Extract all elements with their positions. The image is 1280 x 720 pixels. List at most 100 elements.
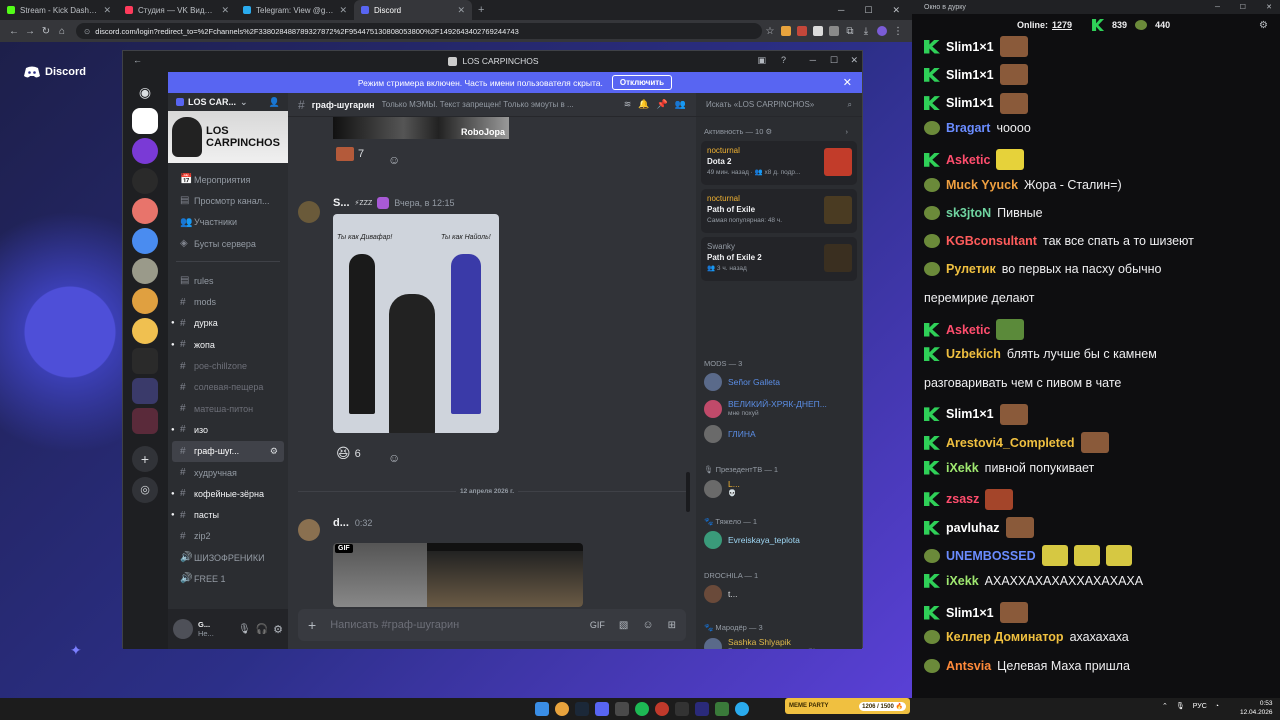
- help-icon[interactable]: ?: [781, 55, 786, 65]
- minimize-icon[interactable]: ─: [838, 5, 844, 16]
- server-icon-los-carpinchos[interactable]: [132, 108, 158, 134]
- add-reaction-icon[interactable]: ☺: [388, 451, 400, 465]
- channel-item[interactable]: # zip2: [168, 526, 288, 547]
- menu-kebab-icon[interactable]: ⋮: [890, 26, 906, 37]
- chevron-right-icon[interactable]: ›: [846, 127, 849, 136]
- channel-item[interactable]: 🔊 FREE 1: [168, 568, 288, 589]
- server-folder[interactable]: [132, 408, 158, 434]
- wifi-icon[interactable]: ◔: [1215, 703, 1219, 710]
- close-tab-icon[interactable]: ✕: [221, 5, 229, 16]
- avatar[interactable]: [298, 201, 320, 223]
- emoji-picker-icon[interactable]: ☺: [642, 619, 653, 631]
- member-item[interactable]: ГЛИНА: [704, 425, 856, 443]
- channel-item[interactable]: ● # жопа: [168, 334, 288, 355]
- server-icon[interactable]: [132, 348, 158, 374]
- bookmark-star-icon[interactable]: ☆: [762, 26, 778, 37]
- tray-chevron-icon[interactable]: ⌃: [1162, 702, 1168, 710]
- server-icon[interactable]: [132, 318, 158, 344]
- channel-item[interactable]: # матеша-питон: [168, 398, 288, 419]
- close-tab-icon[interactable]: ✕: [457, 5, 465, 16]
- close-banner-icon[interactable]: ✕: [843, 76, 852, 89]
- server-nav-item[interactable]: 📅 Мероприятия: [168, 169, 288, 190]
- url-input[interactable]: ⊙ discord.com/login?redirect_to=%2Fchann…: [76, 23, 762, 39]
- server-icon[interactable]: [132, 168, 158, 194]
- chrome-icon[interactable]: [555, 702, 569, 716]
- pin-icon[interactable]: 📌: [657, 99, 668, 110]
- threads-icon[interactable]: ≋: [624, 99, 632, 110]
- close-tab-icon[interactable]: ✕: [339, 5, 347, 16]
- browser-tab[interactable]: Telegram: View @grgzdc ✕: [236, 0, 354, 20]
- gif-picker-icon[interactable]: GIF: [590, 620, 605, 630]
- settings-gear-icon[interactable]: ⚙: [273, 623, 283, 636]
- activity-card[interactable]: Swanky Path of Exile 2 👥 3 ч. назад: [701, 237, 857, 281]
- reaction[interactable]: 😆 6: [336, 445, 361, 462]
- add-member-icon[interactable]: 👤: [269, 97, 280, 108]
- member-list-icon[interactable]: 👥: [675, 99, 686, 110]
- extensions-puzzle-icon[interactable]: ⧉: [842, 26, 858, 37]
- member-item[interactable]: Señor Galleta: [704, 373, 856, 391]
- close-icon[interactable]: ✕: [1266, 3, 1272, 11]
- close-icon[interactable]: ✕: [892, 5, 900, 16]
- microphone-icon[interactable]: 🎙: [238, 624, 251, 635]
- member-item[interactable]: t...: [704, 585, 856, 603]
- channel-item[interactable]: # граф-шуг... ⚙: [172, 440, 284, 462]
- meme-party-widget[interactable]: MEME PARTY 1206 / 1500 🔥: [785, 698, 910, 714]
- profile-avatar[interactable]: [877, 26, 887, 36]
- scrollbar[interactable]: [686, 472, 690, 512]
- member-item[interactable]: Sashka ShlyapikЕсли б ты спросила меня: …: [704, 637, 856, 649]
- discord-icon[interactable]: [595, 702, 609, 716]
- add-attachment-icon[interactable]: +: [308, 617, 316, 633]
- channel-item[interactable]: ● # изо: [168, 419, 288, 440]
- app-icon[interactable]: [655, 702, 669, 716]
- home-icon[interactable]: ⌂: [54, 26, 70, 37]
- discover-icon[interactable]: ◎: [132, 477, 158, 503]
- maximize-icon[interactable]: ☐: [830, 55, 838, 66]
- server-icon[interactable]: [132, 258, 158, 284]
- back-icon[interactable]: ←: [133, 55, 142, 65]
- close-tab-icon[interactable]: ✕: [103, 5, 111, 16]
- minimize-icon[interactable]: ─: [810, 55, 816, 65]
- close-icon[interactable]: ✕: [850, 55, 858, 66]
- channel-settings-icon[interactable]: ⚙: [270, 446, 278, 457]
- member-item[interactable]: ВЕЛИКИЙ-ХРЯК-ДНЕП... мне похуй: [704, 399, 856, 419]
- channel-item[interactable]: # худручная: [168, 462, 288, 483]
- channel-item[interactable]: # солевая-пещера: [168, 377, 288, 398]
- telegram-icon[interactable]: [735, 702, 749, 716]
- avatar[interactable]: [173, 619, 193, 639]
- app-icon[interactable]: [695, 702, 709, 716]
- channel-item[interactable]: # mods: [168, 291, 288, 312]
- message-author[interactable]: S...: [333, 197, 350, 209]
- steam-icon[interactable]: [575, 702, 589, 716]
- server-nav-item[interactable]: 👥 Участники: [168, 212, 288, 233]
- headphones-icon[interactable]: 🎧: [256, 624, 268, 635]
- search-input[interactable]: Искать «LOS CARPINCHOS» ⌕: [696, 93, 862, 117]
- language-indicator[interactable]: РУС: [1193, 703, 1207, 710]
- spotify-icon[interactable]: [635, 702, 649, 716]
- app-icon[interactable]: [715, 702, 729, 716]
- channel-item[interactable]: 🔊 ШИЗОФРЕНИКИ: [168, 547, 288, 568]
- maximize-icon[interactable]: ☐: [864, 5, 872, 16]
- reload-icon[interactable]: ↻: [38, 26, 54, 37]
- server-header[interactable]: LOS CAR... ⌄ 👤: [168, 93, 288, 111]
- clock[interactable]: 0:53 12.04.2026: [1240, 699, 1273, 717]
- extension-icon[interactable]: [813, 26, 823, 36]
- extension-icon[interactable]: [829, 26, 839, 36]
- obs-icon[interactable]: [675, 702, 689, 716]
- extension-icon[interactable]: [781, 26, 791, 36]
- activity-card[interactable]: nocturnal Path of Exile Самая популярная: …: [701, 189, 857, 233]
- member-item[interactable]: L... 💀: [704, 479, 856, 499]
- message-composer[interactable]: + Написать #граф-шугарин GIF ▧ ☺ ⊞: [298, 609, 686, 641]
- avatar[interactable]: [298, 519, 320, 541]
- message-author[interactable]: d...: [333, 517, 349, 529]
- image-attachment[interactable]: RoboJopa: [333, 117, 509, 139]
- windows-start-icon[interactable]: [535, 702, 549, 716]
- minimize-icon[interactable]: ─: [1215, 4, 1220, 11]
- channel-item[interactable]: ● # кофейные-зёрна: [168, 483, 288, 504]
- extension-icon[interactable]: [797, 26, 807, 36]
- maximize-icon[interactable]: ☐: [1240, 3, 1246, 11]
- microphone-icon[interactable]: 🎙: [1176, 702, 1185, 710]
- browser-tab[interactable]: Студия — VK Видео Live ✕: [118, 0, 236, 20]
- image-attachment[interactable]: Ты как Дивафар! Ты как Найоль!: [333, 214, 499, 433]
- notification-bell-icon[interactable]: 🔔: [638, 99, 649, 110]
- add-reaction-icon[interactable]: ☺: [388, 153, 400, 167]
